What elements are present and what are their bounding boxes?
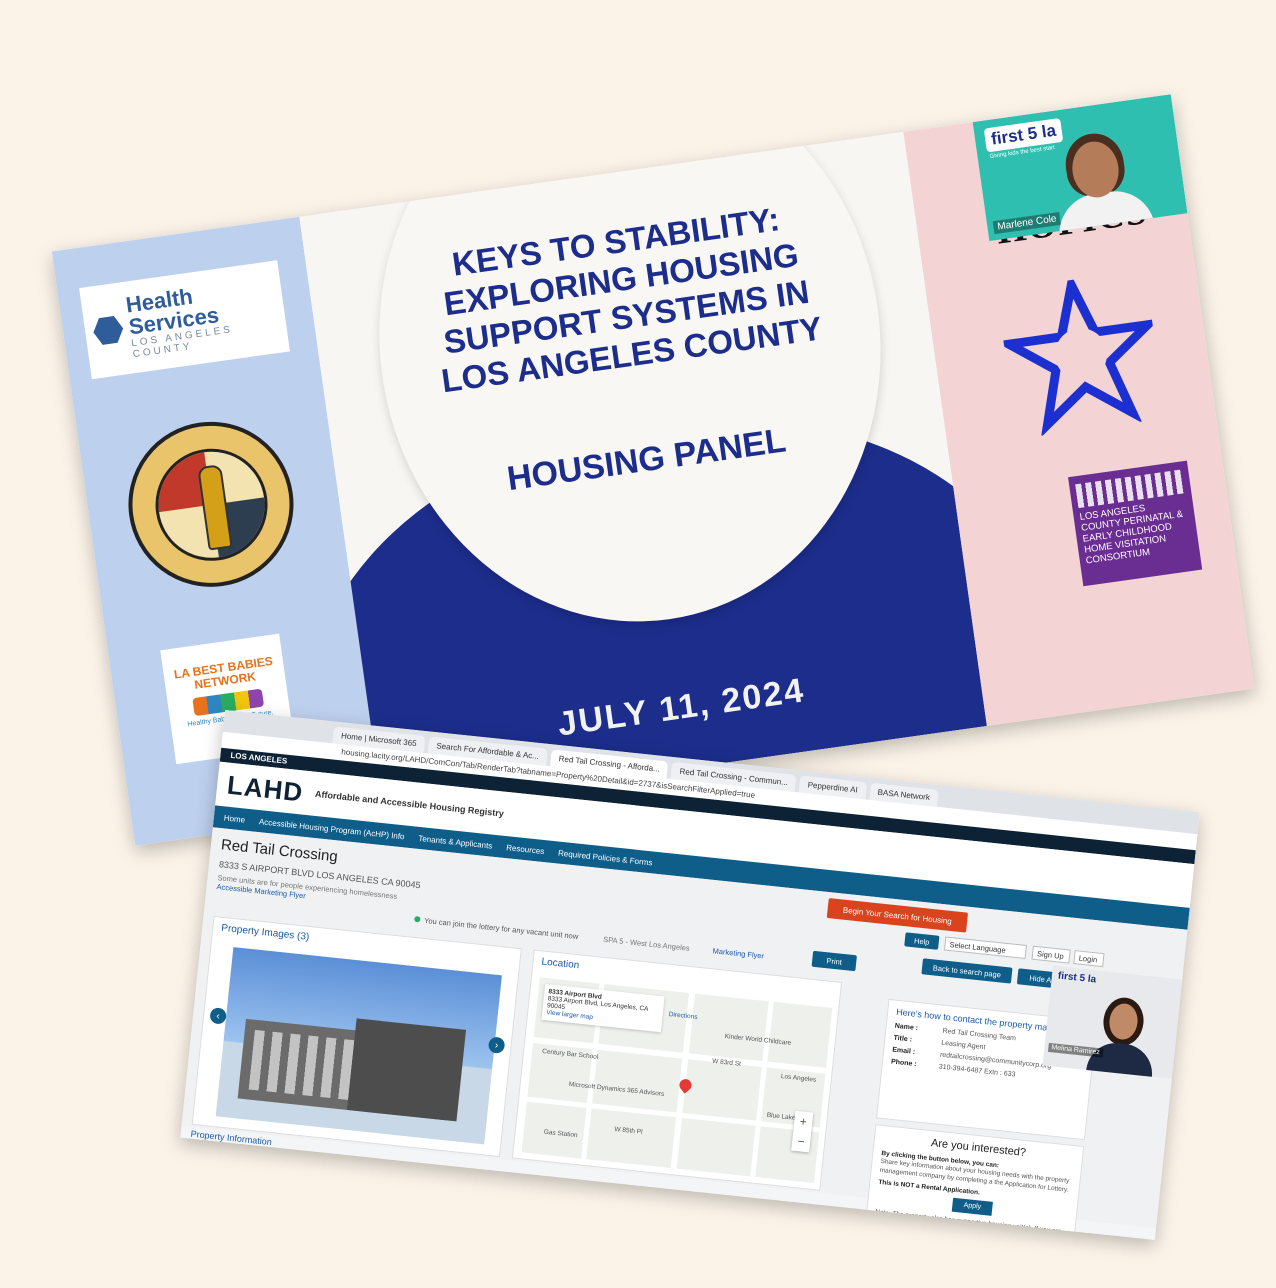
lahd-logo[interactable]: LAHD [226, 769, 305, 808]
health-services-logo: Health Services LOS ANGELES COUNTY [79, 260, 290, 380]
interest-card: Are you interested? By clicking the butt… [856, 1124, 1085, 1241]
participant-body [1085, 1040, 1156, 1079]
contact-value: Leasing Agent [940, 1039, 986, 1052]
county-seal [117, 411, 305, 598]
participant-name: Melina Ramirez [1047, 1042, 1104, 1058]
map-label: Los Angeles [780, 1073, 817, 1084]
perinatal-consortium-logo: LOS ANGELES COUNTY PERINATAL & EARLY CHI… [1068, 460, 1203, 587]
nav-home[interactable]: Home [223, 813, 245, 824]
print-button[interactable]: Print [811, 950, 857, 972]
apply-button[interactable]: Apply [951, 1197, 993, 1216]
contact-key: Title : [893, 1034, 913, 1044]
contact-phone: 310-394-6487 Extn : 633 [938, 1063, 1016, 1079]
property-photo [215, 947, 502, 1145]
browser-screenshot: Home | Microsoft 365 Search For Affordab… [180, 709, 1200, 1241]
county-seal-inner [147, 441, 275, 568]
login-link[interactable]: Login [1073, 950, 1105, 968]
registry-title: Affordable and Accessible Housing Regist… [314, 788, 505, 819]
marketing-flyer-link[interactable]: Marketing Flyer [712, 946, 764, 960]
map-label: Microsoft Dynamics 365 Advisors [568, 1080, 665, 1098]
map-zoom-control[interactable]: + − [791, 1110, 814, 1153]
carousel-next-icon[interactable]: › [487, 1036, 506, 1054]
participant-name: Marlene Cole [992, 211, 1062, 235]
status-dot-icon [414, 915, 421, 923]
map-label: Gas Station [543, 1128, 578, 1140]
map-label: Century Bar School [541, 1047, 599, 1061]
property-images-card: Property Images (3) ‹ › [191, 915, 522, 1158]
first5la-logo: first 5 la [1057, 970, 1097, 986]
location-map[interactable]: 8333 Airport Blvd 8333 Airport Blvd, Los… [521, 977, 833, 1184]
perinatal-text: LOS ANGELES COUNTY PERINATAL & EARLY CHI… [1079, 502, 1184, 567]
contact-key: Email : [891, 1046, 916, 1056]
nav-resources[interactable]: Resources [506, 843, 545, 856]
nav-tenants[interactable]: Tenants & Applicants [418, 833, 493, 850]
contact-key: Phone : [890, 1058, 917, 1069]
slide-center: KEYS TO STABILITY: EXPLORING HOUSING SUP… [299, 131, 987, 811]
building-tower-shape [347, 1018, 467, 1122]
map-label: Blue Lake [766, 1111, 796, 1122]
map-label: W 85th Pl [614, 1125, 643, 1136]
location-card: Location 8333 Airport Blvd 8333 Airport … [511, 949, 843, 1191]
carousel-prev-icon[interactable]: ‹ [209, 1007, 227, 1025]
contact-key: Name : [894, 1022, 919, 1033]
video-feed-marlene: first 5 la Giving kids the best start Ma… [972, 94, 1188, 241]
map-label: Kinder World Childcare [724, 1032, 792, 1047]
people-star-icon [996, 271, 1161, 438]
video-feed-melina: first 5 la Melina Ramirez [1042, 965, 1183, 1079]
health-services-icon [91, 314, 125, 348]
directions-link[interactable]: Directions [668, 1011, 697, 1021]
map-info-box: 8333 Airport Blvd 8333 Airport Blvd, Los… [541, 983, 665, 1033]
